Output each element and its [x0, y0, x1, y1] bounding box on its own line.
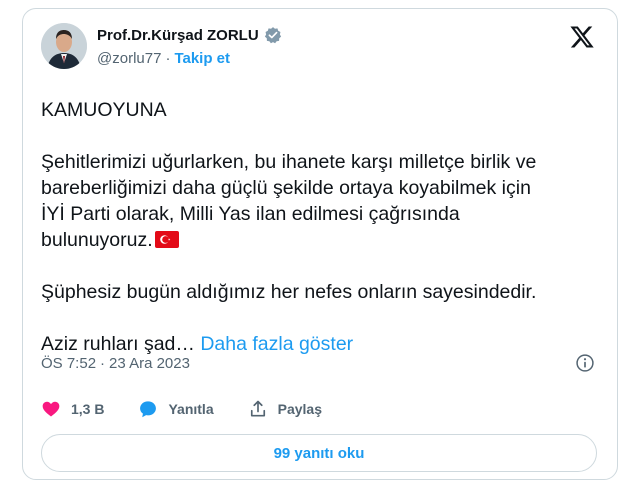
tweet-time: ÖS 7:52 [41, 355, 97, 372]
reply-label: Yanıtla [168, 401, 214, 417]
follow-button[interactable]: Takip et [174, 50, 230, 67]
tweet-actions: 1,3 B Yanıtla Paylaş [41, 399, 356, 419]
tweet-line: Şüphesiz bugün aldığımız her nefes onlar… [41, 281, 537, 303]
info-icon[interactable] [575, 353, 595, 373]
tweet-line: Şehitlerimizi uğurlarken, bu ihanete kar… [41, 151, 537, 173]
tweet-timestamp[interactable]: ÖS 7:52 · 23 Ara 2023 [41, 355, 190, 372]
tweet-text: KAMUOYUNA Şehitlerimizi uğurlarken, bu i… [41, 97, 601, 357]
author-handle[interactable]: @zorlu77 [97, 50, 161, 67]
tweet-line-with-flag: bulunuyoruz. [41, 227, 601, 253]
author-display-name[interactable]: Prof.Dr.Kürşad ZORLU [97, 27, 259, 44]
tweet-line: KAMUOYUNA [41, 99, 167, 121]
avatar[interactable] [41, 23, 87, 69]
share-icon [250, 400, 265, 417]
reply-button[interactable]: Yanıtla [138, 399, 214, 419]
avatar-image [41, 23, 87, 69]
heart-icon [42, 401, 60, 417]
tweet-date: 23 Ara 2023 [109, 355, 190, 372]
x-logo-icon[interactable] [569, 24, 595, 50]
likes-count: 1,3 B [71, 401, 105, 417]
tweet-line: İYİ Parti olarak, Milli Yas ilan edilmes… [41, 203, 460, 225]
tweet-line: bulunuyoruz. [41, 229, 153, 251]
turkey-flag-icon [154, 231, 179, 248]
tweet-line: Aziz ruhları şad… [41, 333, 195, 355]
show-more-link[interactable]: Daha fazla göster [200, 333, 353, 355]
tweet-line: bareberliğimizi daha güçlü şekilde ortay… [41, 177, 531, 199]
timestamp-separator: · [100, 355, 106, 372]
author-name-row: Prof.Dr.Kürşad ZORLU [97, 26, 282, 44]
like-button[interactable]: 1,3 B [41, 399, 104, 419]
tweet-line-truncated: Aziz ruhları şad… Daha fazla göster [41, 331, 601, 357]
author-handle-row: @zorlu77 · Takip et [97, 50, 230, 67]
share-button[interactable]: Paylaş [248, 399, 322, 419]
handle-separator: · [165, 50, 171, 67]
tweet-card: Prof.Dr.Kürşad ZORLU @zorlu77 · Takip et… [22, 8, 618, 480]
share-label: Paylaş [277, 401, 322, 417]
read-replies-button[interactable]: 99 yanıtı oku [41, 434, 597, 472]
speech-bubble-icon [140, 401, 157, 418]
verified-badge-icon [264, 27, 281, 44]
